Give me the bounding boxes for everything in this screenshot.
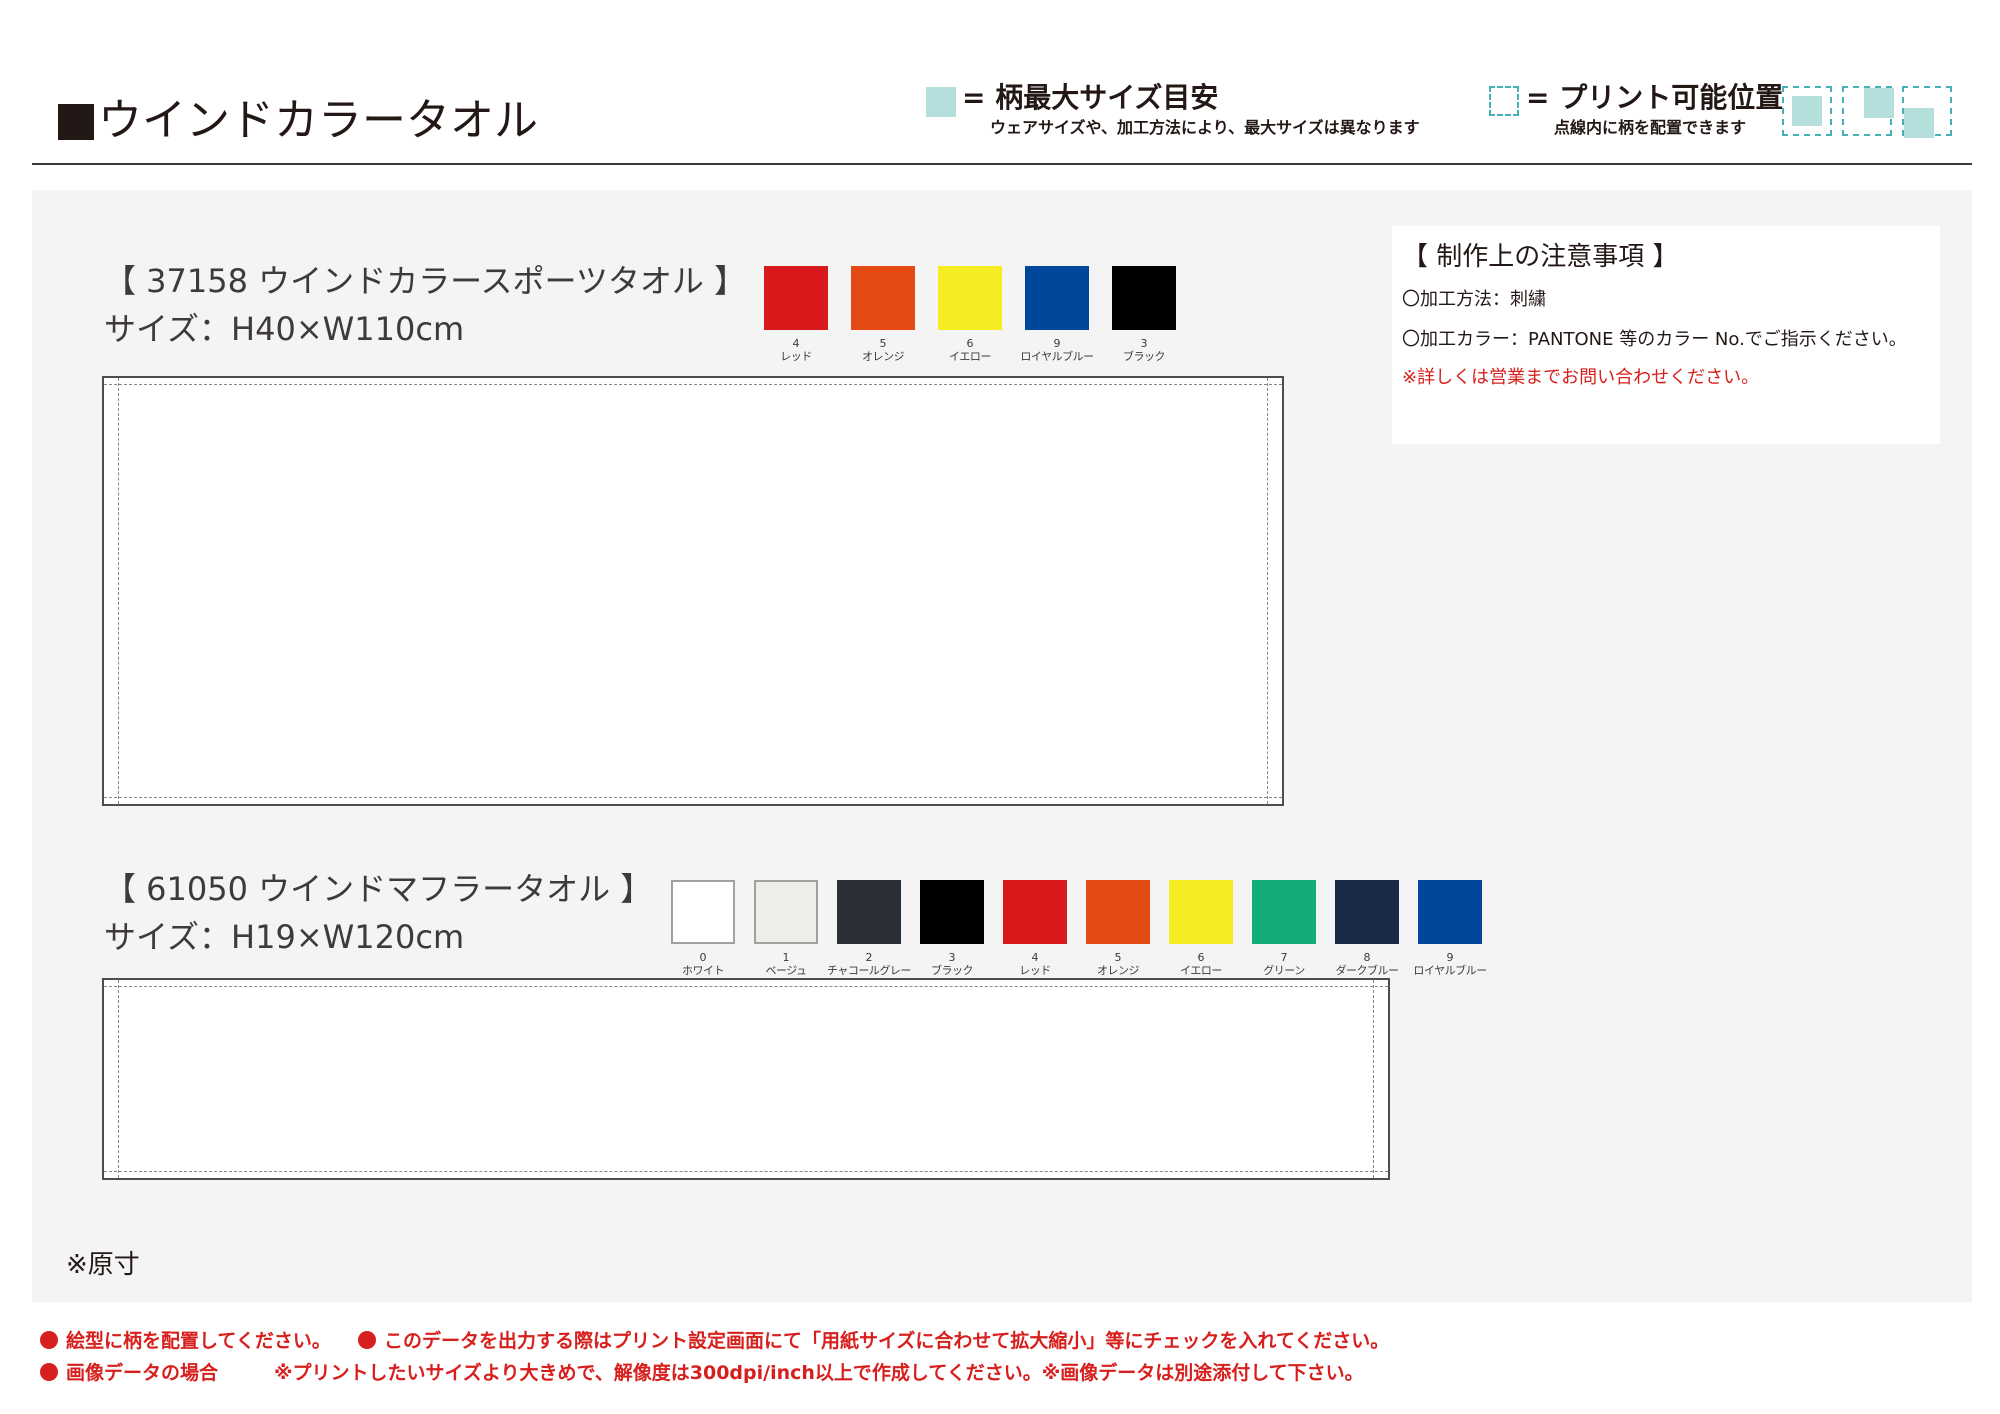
color-swatch xyxy=(754,880,818,944)
color-swatch-number: 5 xyxy=(879,337,887,350)
color-swatch-number: 5 xyxy=(1114,951,1122,964)
color-swatch-number: 7 xyxy=(1280,951,1288,964)
color-swatch xyxy=(1335,880,1399,944)
product-1-size: サイズ：H40×W110cm xyxy=(104,310,465,348)
notes-color: 〇加工カラー：PANTONE 等のカラー No.でご指示ください。 xyxy=(1402,329,1907,350)
actual-size-note: ※原寸 xyxy=(66,1250,140,1280)
color-swatch-name: イエロー xyxy=(949,350,991,363)
footer-note-1: 絵型に柄を配置してください。 xyxy=(40,1328,331,1354)
color-swatch-number: 4 xyxy=(792,337,800,350)
color-swatch-number: 9 xyxy=(1446,951,1454,964)
color-swatch xyxy=(1112,266,1176,330)
position-top-icon xyxy=(1842,86,1894,136)
color-swatch-number: 4 xyxy=(1031,951,1039,964)
print-area-dashed-icon xyxy=(1489,86,1519,116)
color-swatch-name: ダークブルー xyxy=(1335,964,1400,977)
color-swatch-name: ブラック xyxy=(1123,350,1166,363)
product-2-towel-outline xyxy=(102,978,1390,1180)
color-swatch xyxy=(938,266,1002,330)
position-center-icon xyxy=(1782,86,1832,136)
color-swatch-name: ベージュ xyxy=(765,964,807,977)
color-swatch-number: 6 xyxy=(1197,951,1205,964)
color-swatch xyxy=(837,880,901,944)
color-swatch-number: 0 xyxy=(699,951,707,964)
product-2-size: サイズ：H19×W120cm xyxy=(104,918,465,956)
color-swatch-number: 8 xyxy=(1363,951,1371,964)
header-divider xyxy=(32,163,1972,165)
color-swatch xyxy=(1169,880,1233,944)
color-swatch xyxy=(920,880,984,944)
product-1-towel-outline xyxy=(102,376,1284,806)
footer-note-2: このデータを出力する際はプリント設定画面にて「用紙サイズに合わせて拡大縮小」等に… xyxy=(358,1328,1389,1354)
legend-max-size-note: ウェアサイズや、加工方法により、最大サイズは異なります xyxy=(990,118,1420,137)
color-swatch-number: 2 xyxy=(865,951,873,964)
product-1-name: 【 37158 ウインドカラースポーツタオル 】 xyxy=(104,262,747,300)
color-swatch-number: 3 xyxy=(948,951,956,964)
notes-heading: 【 制作上の注意事項 】 xyxy=(1402,242,1679,272)
color-swatch xyxy=(671,880,735,944)
color-swatch-number: 9 xyxy=(1053,337,1061,350)
color-swatch-name: オレンジ xyxy=(862,350,905,363)
color-swatch xyxy=(1418,880,1482,944)
notes-warning: ※詳しくは営業までお問い合わせください。 xyxy=(1402,367,1760,388)
legend-max-size-label: = 柄最大サイズ目安 xyxy=(962,81,1219,114)
color-swatch-name: グリーン xyxy=(1263,964,1305,977)
color-swatch-name: ホワイト xyxy=(682,964,725,977)
notes-method: 〇加工方法：刺繍 xyxy=(1402,289,1546,310)
footer-note-4-text: ※プリントしたいサイズより大きめで、解像度は300dpi/inch以上で作成して… xyxy=(274,1362,1364,1384)
footer-note-4: ※プリントしたいサイズより大きめで、解像度は300dpi/inch以上で作成して… xyxy=(274,1360,1364,1386)
color-swatch xyxy=(1025,266,1089,330)
color-swatch-number: 6 xyxy=(966,337,974,350)
color-swatch-name: ブラック xyxy=(931,964,974,977)
color-swatch xyxy=(764,266,828,330)
color-swatch-number: 1 xyxy=(782,951,790,964)
color-swatch xyxy=(851,266,915,330)
color-swatch-name: オレンジ xyxy=(1097,964,1140,977)
color-swatch-name: レッド xyxy=(780,350,812,363)
legend-print-area-label: = プリント可能位置 xyxy=(1526,81,1784,114)
position-bottom-icon xyxy=(1902,86,1952,138)
legend-print-area-note: 点線内に柄を配置できます xyxy=(1554,118,1747,137)
title-square-icon xyxy=(58,104,94,140)
footer-note-1-text: 絵型に柄を配置してください。 xyxy=(66,1330,331,1352)
color-swatch-number: 3 xyxy=(1140,337,1148,350)
bullet-dot-icon xyxy=(40,1331,58,1349)
bullet-dot-icon xyxy=(358,1331,376,1349)
footer-note-3-text: 画像データの場合 xyxy=(66,1362,219,1384)
color-swatch-name: イエロー xyxy=(1180,964,1222,977)
color-swatch xyxy=(1003,880,1067,944)
color-swatch-name: ロイヤルブルー xyxy=(1020,350,1094,363)
max-size-swatch-icon xyxy=(926,87,956,117)
page-title: ウインドカラータオル xyxy=(98,95,538,146)
product-2-name: 【 61050 ウインドマフラータオル 】 xyxy=(104,870,653,908)
color-swatch xyxy=(1252,880,1316,944)
color-swatch-name: ロイヤルブルー xyxy=(1413,964,1487,977)
bullet-dot-icon xyxy=(40,1363,58,1381)
color-swatch-name: チャコールグレー xyxy=(827,964,911,977)
color-swatch-name: レッド xyxy=(1019,964,1051,977)
color-swatch xyxy=(1086,880,1150,944)
footer-note-2-text: このデータを出力する際はプリント設定画面にて「用紙サイズに合わせて拡大縮小」等に… xyxy=(384,1330,1390,1352)
footer-note-3: 画像データの場合 xyxy=(40,1360,218,1386)
